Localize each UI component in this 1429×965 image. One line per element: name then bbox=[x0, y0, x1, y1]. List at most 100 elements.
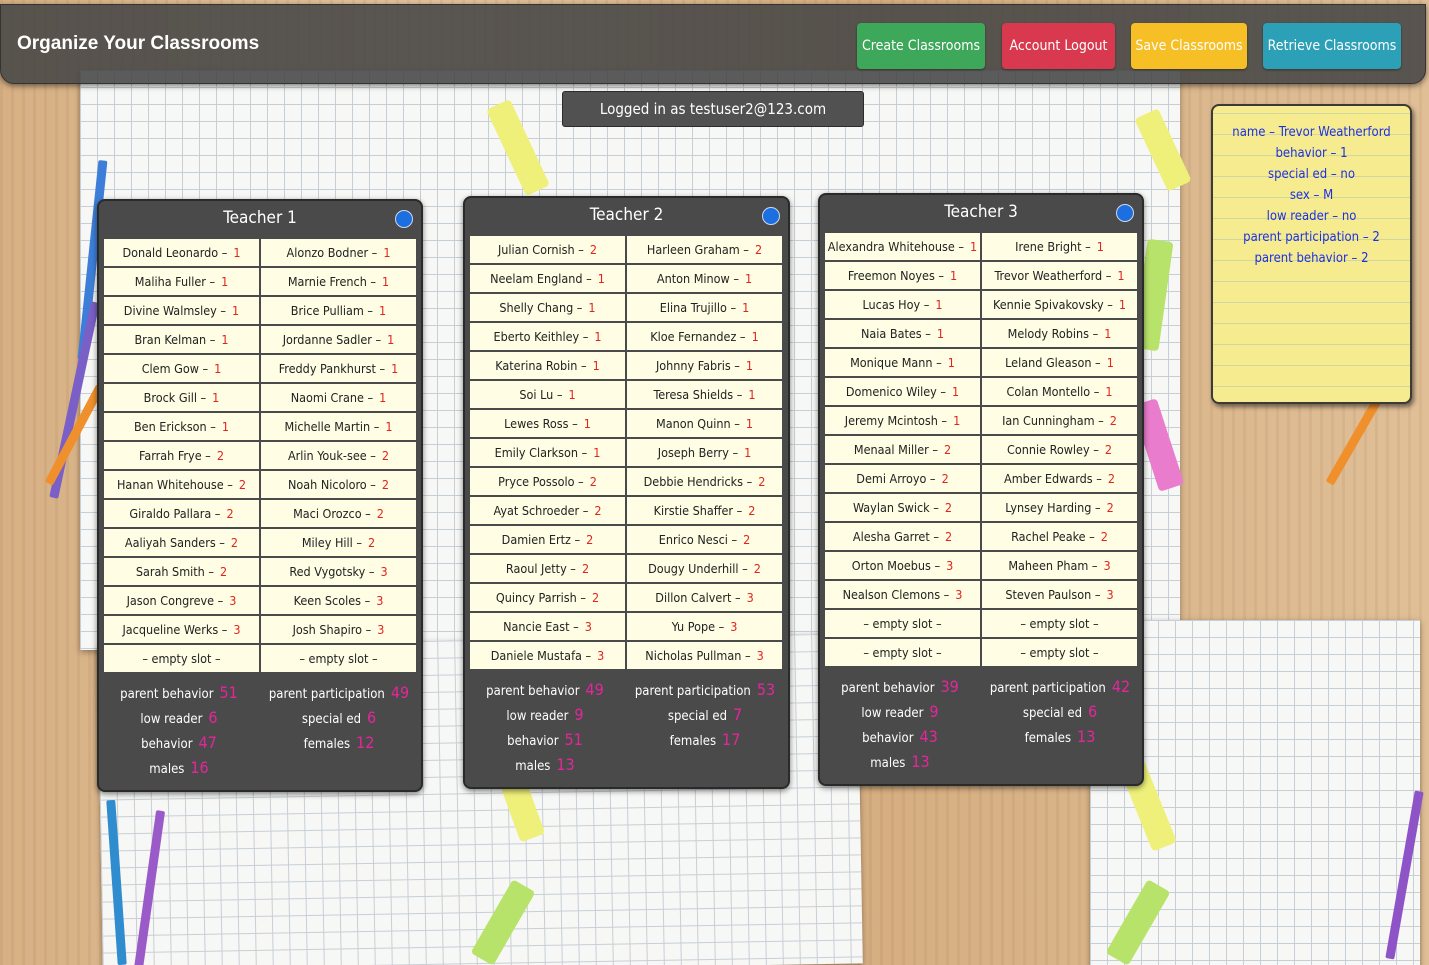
student-slot[interactable]: Waylan Swick – 2 bbox=[825, 494, 980, 521]
student-slot[interactable]: Noah Nicoloro – 2 bbox=[261, 471, 416, 498]
student-score: 3 bbox=[730, 619, 738, 634]
student-slot[interactable]: Kloe Fernandez – 1 bbox=[627, 323, 782, 350]
student-slot[interactable]: Daniele Mustafa – 3 bbox=[470, 642, 625, 669]
student-slot[interactable]: Jordanne Sadler – 1 bbox=[261, 326, 416, 353]
student-slot[interactable]: Jeremy Mcintosh – 1 bbox=[825, 407, 980, 434]
empty-slot[interactable]: – empty slot – bbox=[825, 639, 980, 666]
teacher-select-radio[interactable] bbox=[762, 207, 780, 225]
student-slot[interactable]: Brice Pulliam – 1 bbox=[261, 297, 416, 324]
student-slot[interactable]: Demi Arroyo – 2 bbox=[825, 465, 980, 492]
student-slot[interactable]: Nicholas Pullman – 3 bbox=[627, 642, 782, 669]
student-slot[interactable]: Alonzo Bodner – 1 bbox=[261, 239, 416, 266]
student-slot[interactable]: Connie Rowley – 2 bbox=[982, 436, 1137, 463]
student-slot[interactable]: Naia Bates – 1 bbox=[825, 320, 980, 347]
student-slot[interactable]: Aaliyah Sanders – 2 bbox=[104, 529, 259, 556]
student-slot[interactable]: Ben Erickson – 1 bbox=[104, 413, 259, 440]
student-slot[interactable]: Irene Bright – 1 bbox=[982, 233, 1137, 260]
student-slot[interactable]: Arlin Youk-see – 2 bbox=[261, 442, 416, 469]
student-slot[interactable]: Trevor Weatherford – 1 bbox=[982, 262, 1137, 289]
student-slot[interactable]: Emily Clarkson – 1 bbox=[470, 439, 625, 466]
student-slot[interactable]: Miley Hill – 2 bbox=[261, 529, 416, 556]
student-slot[interactable]: Shelly Chang – 1 bbox=[470, 294, 625, 321]
student-slot[interactable]: Naomi Crane – 1 bbox=[261, 384, 416, 411]
student-slot[interactable]: Red Vygotsky – 3 bbox=[261, 558, 416, 585]
student-slot[interactable]: Kennie Spivakovsky – 1 bbox=[982, 291, 1137, 318]
student-slot[interactable]: Johnny Fabris – 1 bbox=[627, 352, 782, 379]
student-slot[interactable]: Soi Lu – 1 bbox=[470, 381, 625, 408]
student-slot[interactable]: Debbie Hendricks – 2 bbox=[627, 468, 782, 495]
empty-slot[interactable]: – empty slot – bbox=[261, 645, 416, 672]
student-slot[interactable]: Quincy Parrish – 2 bbox=[470, 584, 625, 611]
student-slot[interactable]: Jason Congreve – 3 bbox=[104, 587, 259, 614]
student-slot[interactable]: Alesha Garret – 2 bbox=[825, 523, 980, 550]
student-slot[interactable]: Clem Gow – 1 bbox=[104, 355, 259, 382]
student-slot[interactable]: Domenico Wiley – 1 bbox=[825, 378, 980, 405]
student-slot[interactable]: Lynsey Harding – 2 bbox=[982, 494, 1137, 521]
save-classrooms-button[interactable]: Save Classrooms bbox=[1131, 23, 1247, 69]
student-slot[interactable]: Steven Paulson – 3 bbox=[982, 581, 1137, 608]
student-slot[interactable]: Manon Quinn – 1 bbox=[627, 410, 782, 437]
student-slot[interactable]: Teresa Shields – 1 bbox=[627, 381, 782, 408]
student-slot[interactable]: Joseph Berry – 1 bbox=[627, 439, 782, 466]
empty-slot[interactable]: – empty slot – bbox=[104, 645, 259, 672]
student-slot[interactable]: Maci Orozco – 2 bbox=[261, 500, 416, 527]
student-slot[interactable]: Amber Edwards – 2 bbox=[982, 465, 1137, 492]
student-slot[interactable]: Jacqueline Werks – 3 bbox=[104, 616, 259, 643]
student-slot[interactable]: Marnie French – 1 bbox=[261, 268, 416, 295]
student-slot[interactable]: Ian Cunningham – 2 bbox=[982, 407, 1137, 434]
student-slot[interactable]: Enrico Nesci – 2 bbox=[627, 526, 782, 553]
student-slot[interactable]: Lucas Hoy – 1 bbox=[825, 291, 980, 318]
student-slot[interactable]: Giraldo Pallara – 2 bbox=[104, 500, 259, 527]
student-slot[interactable]: Maheen Pham – 3 bbox=[982, 552, 1137, 579]
student-slot[interactable]: Yu Pope – 3 bbox=[627, 613, 782, 640]
student-slot[interactable]: Dougy Underhill – 2 bbox=[627, 555, 782, 582]
student-slot[interactable]: Ayat Schroeder – 2 bbox=[470, 497, 625, 524]
student-slot[interactable]: Sarah Smith – 2 bbox=[104, 558, 259, 585]
student-slot[interactable]: Colan Montello – 1 bbox=[982, 378, 1137, 405]
empty-slot[interactable]: – empty slot – bbox=[982, 610, 1137, 637]
student-slot[interactable]: Dillon Calvert – 3 bbox=[627, 584, 782, 611]
student-slot[interactable]: Nancie East – 3 bbox=[470, 613, 625, 640]
student-slot[interactable]: Menaal Miller – 2 bbox=[825, 436, 980, 463]
student-score: 2 bbox=[754, 242, 763, 257]
student-slot[interactable]: Kirstie Shaffer – 2 bbox=[627, 497, 782, 524]
student-slot[interactable]: Pryce Possolo – 2 bbox=[470, 468, 625, 495]
student-slot[interactable]: Rachel Peake – 2 bbox=[982, 523, 1137, 550]
student-slot[interactable]: Katerina Robin – 1 bbox=[470, 352, 625, 379]
student-slot[interactable]: Keen Scoles – 3 bbox=[261, 587, 416, 614]
create-classrooms-button[interactable]: Create Classrooms bbox=[857, 23, 985, 69]
student-slot[interactable]: Lewes Ross – 1 bbox=[470, 410, 625, 437]
account-logout-button[interactable]: Account Logout bbox=[1002, 23, 1115, 69]
empty-slot[interactable]: – empty slot – bbox=[982, 639, 1137, 666]
student-slot[interactable]: Melody Robins – 1 bbox=[982, 320, 1137, 347]
student-slot[interactable]: Harleen Graham – 2 bbox=[627, 236, 782, 263]
student-slot[interactable]: Josh Shapiro – 3 bbox=[261, 616, 416, 643]
student-slot[interactable]: Freemon Noyes – 1 bbox=[825, 262, 980, 289]
student-slot[interactable]: Farrah Frye – 2 bbox=[104, 442, 259, 469]
student-slot[interactable]: Alexandra Whitehouse – 1 bbox=[825, 233, 980, 260]
student-slot[interactable]: Hanan Whitehouse – 2 bbox=[104, 471, 259, 498]
student-slot[interactable]: Leland Gleason – 1 bbox=[982, 349, 1137, 376]
student-slot[interactable]: Damien Ertz – 2 bbox=[470, 526, 625, 553]
student-slot[interactable]: Freddy Pankhurst – 1 bbox=[261, 355, 416, 382]
student-slot[interactable]: Donald Leonardo – 1 bbox=[104, 239, 259, 266]
empty-slot[interactable]: – empty slot – bbox=[825, 610, 980, 637]
student-slot[interactable]: Bran Kelman – 1 bbox=[104, 326, 259, 353]
student-slot[interactable]: Anton Minow – 1 bbox=[627, 265, 782, 292]
student-slot[interactable]: Elina Trujillo – 1 bbox=[627, 294, 782, 321]
student-slot[interactable]: Raoul Jetty – 2 bbox=[470, 555, 625, 582]
student-slot[interactable]: Neelam England – 1 bbox=[470, 265, 625, 292]
student-slot[interactable]: Monique Mann – 1 bbox=[825, 349, 980, 376]
student-slot[interactable]: Nealson Clemons – 3 bbox=[825, 581, 980, 608]
student-score: 2 bbox=[941, 471, 949, 486]
retrieve-classrooms-button[interactable]: Retrieve Classrooms bbox=[1263, 23, 1401, 69]
student-slot[interactable]: Brock Gill – 1 bbox=[104, 384, 259, 411]
student-slot[interactable]: Maliha Fuller – 1 bbox=[104, 268, 259, 295]
student-slot[interactable]: Eberto Keithley – 1 bbox=[470, 323, 625, 350]
student-slot[interactable]: Michelle Martin – 1 bbox=[261, 413, 416, 440]
student-slot[interactable]: Divine Walmsley – 1 bbox=[104, 297, 259, 324]
teacher-select-radio[interactable] bbox=[1116, 204, 1134, 222]
student-slot[interactable]: Julian Cornish – 2 bbox=[470, 236, 625, 263]
teacher-select-radio[interactable] bbox=[395, 210, 413, 228]
student-slot[interactable]: Orton Moebus – 3 bbox=[825, 552, 980, 579]
